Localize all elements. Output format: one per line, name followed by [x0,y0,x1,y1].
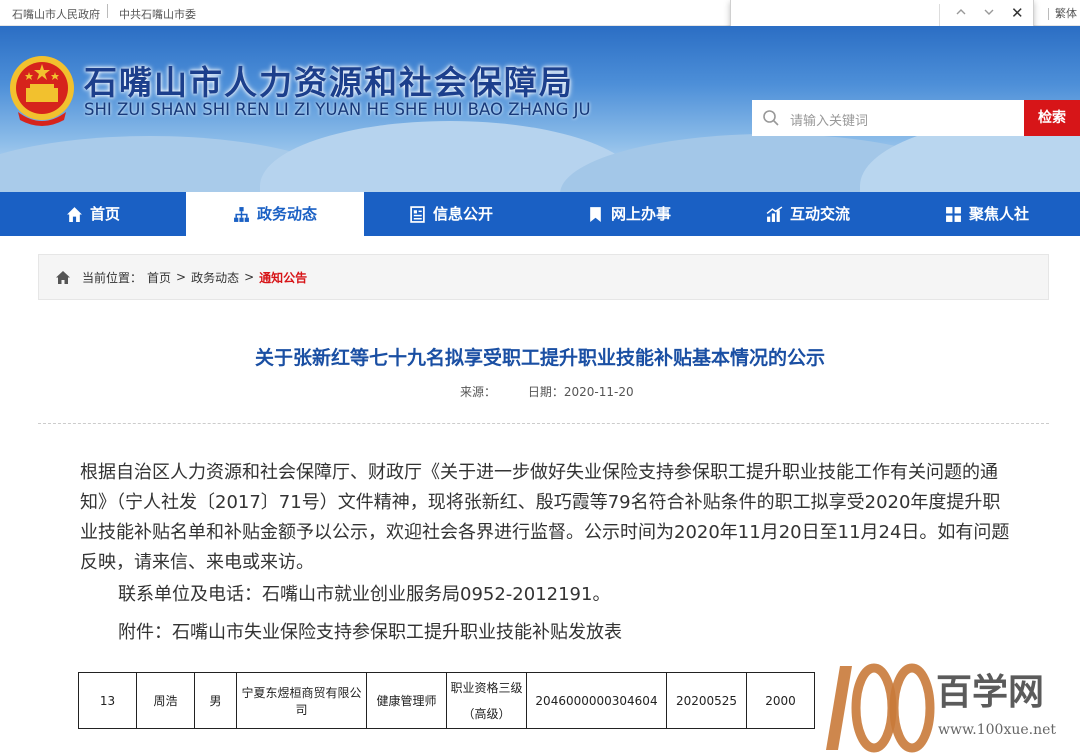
qualification-line: （高级） [462,706,511,721]
cell-no: 13 [78,672,137,729]
sitemap-icon [234,206,249,222]
link-city-government[interactable]: 石嘴山市人民政府 [12,6,100,22]
traditional-label[interactable]: 繁体 [1055,7,1077,20]
divider [1048,8,1049,20]
breadcrumb-prefix: 当前位置： [82,270,143,285]
document-icon [410,205,425,223]
nav-item-home[interactable]: 首页 [66,192,120,236]
breadcrumb-separator: > [244,270,255,284]
contact-info: 联系单位及电话：石嘴山市就业创业服务局0952-2012191。 [118,584,611,605]
watermark-url: www.100xue.net [938,722,1056,738]
cell-gender: 男 [194,672,237,729]
breadcrumb-home[interactable]: 首页 [147,269,171,286]
divider [939,4,940,26]
attachment-title: 附件：石嘴山市失业保险支持参保职工提升职业技能补贴发放表 [118,622,622,643]
cell-company: 宁夏东煜桓商贸有限公司 [236,672,367,729]
search-box[interactable]: 请输入关键词 [752,100,1024,136]
watermark-text: 百学网 [936,671,1044,713]
table-row: 13 周浩 男 宁夏东煜桓商贸有限公司 健康管理师 职业资格三级 （高级） 20… [78,672,815,729]
site-pinyin: SHI ZUI SHAN SHI REN LI ZI YUAN HE SHE H… [84,100,591,119]
nav-label: 网上办事 [611,205,672,223]
breadcrumb: 当前位置： 首页 > 政务动态 > 通知公告 [38,254,1049,300]
nav-label: 政务动态 [256,205,317,223]
nav-item-info[interactable]: 信息公开 [409,192,493,236]
nav-label: 信息公开 [433,205,494,223]
traditional-chinese-link[interactable]: 繁体 [1048,5,1077,21]
article-paragraph: 根据自治区人力资源和社会保障厅、财政厅《关于进一步做好失业保险支持参保职工提升职… [80,462,1010,573]
nav-item-online-service[interactable]: 网上办事 [587,192,671,236]
article-date: 日期：2020-11-20 [527,385,634,399]
site-title: 石嘴山市人力资源和社会保障局 [84,63,574,102]
nav-item-news[interactable]: 政务动态 [186,192,364,236]
bookmark-icon [590,206,601,222]
search-input[interactable]: 请输入关键词 [790,110,868,129]
breadcrumb-section[interactable]: 政务动态 [191,269,239,286]
chevron-down-icon[interactable] [983,6,995,21]
home-icon [56,270,70,284]
chart-icon [766,205,783,222]
article-source: 来源： [460,385,497,399]
cell-certificate: 2046000000304604 [526,672,667,729]
chevron-up-icon[interactable] [955,6,967,21]
cell-date: 20200525 [666,672,747,729]
qualification-line: 职业资格三级 [450,680,523,695]
link-party-committee[interactable]: 中共石嘴山市委 [119,6,196,22]
cell-job: 健康管理师 [366,672,447,729]
search-icon [763,110,779,126]
cell-qualification: 职业资格三级 （高级） [446,672,527,729]
breadcrumb-current[interactable]: 通知公告 [259,269,307,286]
divider [107,4,108,18]
nav-label: 聚焦人社 [969,205,1030,223]
divider [38,423,1049,424]
nav-item-focus[interactable]: 聚焦人社 [945,192,1029,236]
nav-item-interaction[interactable]: 互动交流 [766,192,850,236]
article-body: 根据自治区人力资源和社会保障厅、财政厅《关于进一步做好失业保险支持参保职工提升职… [80,458,1010,578]
close-icon[interactable]: ✕ [1011,4,1024,22]
cell-name: 周浩 [136,672,195,729]
breadcrumb-separator: > [176,270,187,284]
nav-label: 首页 [90,205,121,223]
cell-amount: 2000 [746,672,815,729]
home-icon [67,206,82,222]
search-button[interactable]: 检索 [1024,100,1080,136]
nav-label: 互动交流 [790,205,851,223]
main-nav: 首页 政务动态 信息公开 网上办事 互动交流 聚焦人社 [0,192,1080,236]
subsidy-table: 13 周浩 男 宁夏东煜桓商贸有限公司 健康管理师 职业资格三级 （高级） 20… [78,672,815,729]
watermark-logo: 百学网 www.100xue.net [826,663,1056,753]
grid-icon [946,206,961,222]
article-title: 关于张新红等七十九名拟享受职工提升职业技能补贴基本情况的公示 [254,347,825,369]
article-meta: 来源： 日期：2020-11-20 [460,383,662,400]
national-emblem-icon [10,56,74,126]
